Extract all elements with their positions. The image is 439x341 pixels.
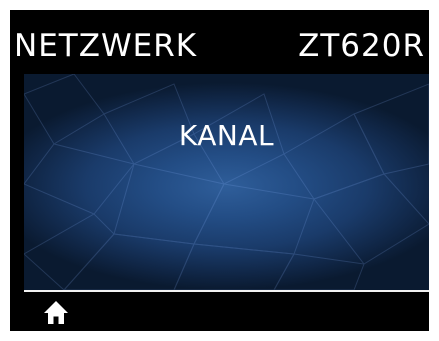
printer-model: ZT620R <box>298 28 425 64</box>
setting-name: KANAL <box>178 119 275 152</box>
home-button[interactable] <box>42 298 70 326</box>
menu-title: NETZWERK <box>14 28 198 64</box>
background-pattern <box>24 74 429 290</box>
home-icon <box>44 301 68 324</box>
header-bar: NETZWERK ZT620R <box>10 10 429 74</box>
printer-display: NETZWERK ZT620R KANAL <box>10 10 429 331</box>
setting-panel[interactable]: KANAL <box>24 74 429 290</box>
footer-bar <box>10 292 429 331</box>
